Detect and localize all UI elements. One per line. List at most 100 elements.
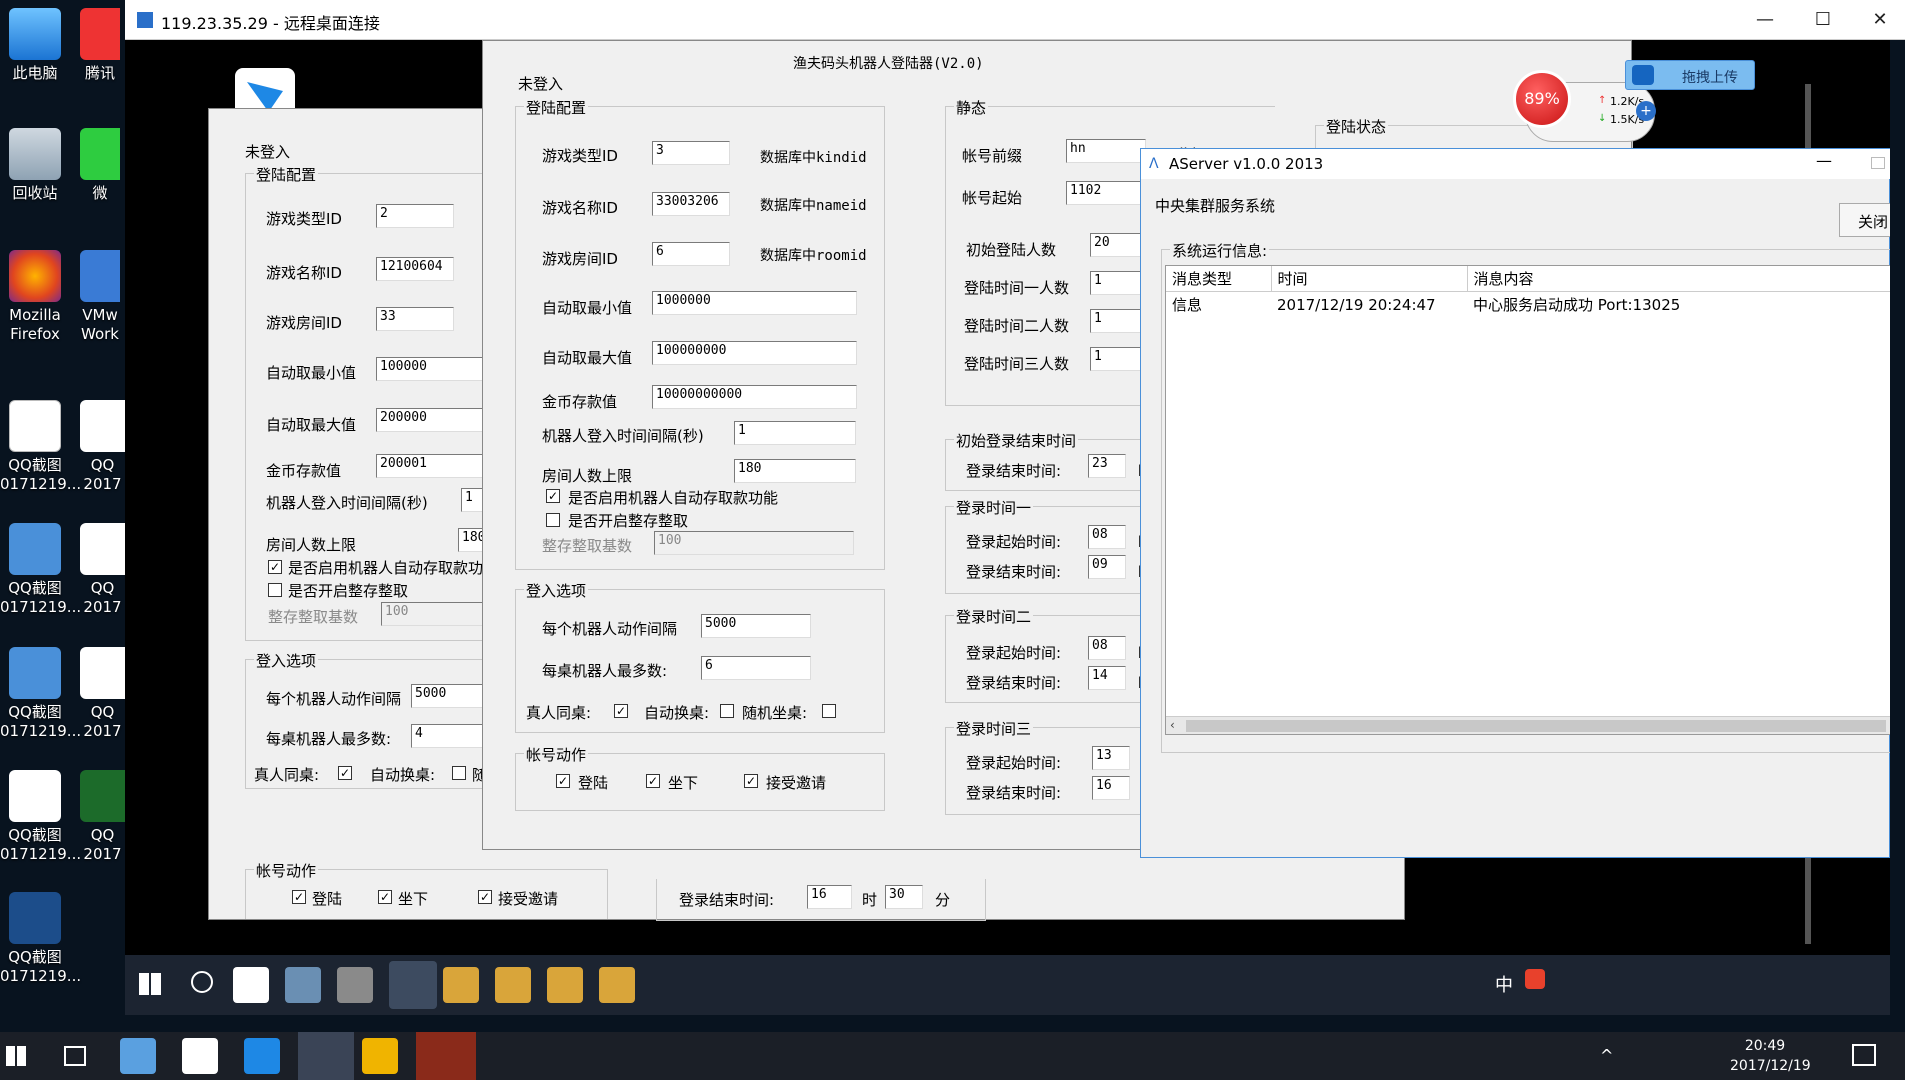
maximize-button[interactable]: ☐ xyxy=(1808,6,1838,34)
main-game-name-input[interactable]: 33003206 xyxy=(652,192,730,216)
time2-end-input[interactable]: 14 xyxy=(1088,666,1126,690)
mail-icon[interactable] xyxy=(182,1038,218,1074)
qq-screenshot-icon[interactable]: QQ截图 0171219... xyxy=(0,523,81,617)
task-view-icon[interactable] xyxy=(64,1046,86,1066)
back-end-hour-input[interactable]: 16 xyxy=(807,885,852,909)
init-end-input[interactable]: 23 xyxy=(1088,454,1126,478)
search-icon[interactable] xyxy=(191,971,213,993)
vmware-icon[interactable]: VMw Work xyxy=(80,250,120,344)
scroll-left-icon[interactable]: ‹ xyxy=(1170,718,1175,732)
back-accept-checkbox[interactable]: ✓ xyxy=(478,890,492,904)
main-auto-switch-checkbox[interactable] xyxy=(720,704,734,718)
time1-end-input[interactable]: 09 xyxy=(1088,555,1126,579)
notification-icon[interactable] xyxy=(1852,1044,1876,1066)
qq-screenshot-icon[interactable]: QQ截图 0171219... xyxy=(0,770,81,864)
main-game-room-input[interactable]: 6 xyxy=(652,242,730,266)
qq-screenshot-icon[interactable]: QQ 2017 xyxy=(80,523,125,617)
aserver-close-button[interactable]: 关闭 xyxy=(1839,203,1890,237)
column-header[interactable]: 消息内容 xyxy=(1467,266,1890,292)
taskbar-app-icon[interactable] xyxy=(233,967,269,1003)
main-gold-input[interactable]: 10000000000 xyxy=(652,385,857,409)
remote-desktop-area[interactable]: 未登入 登陆配置 游戏类型ID 2 游戏名称ID 12100604 游戏房间ID… xyxy=(125,40,1890,1015)
taskbar-aserver-icon[interactable] xyxy=(389,961,437,1009)
aserver-list-view[interactable]: 消息类型 时间 消息内容 信息 2017/12/19 20:24:47 中心服务… xyxy=(1165,265,1890,735)
this-pc-icon[interactable]: 此电脑 xyxy=(0,8,70,83)
add-icon[interactable]: + xyxy=(1636,101,1656,121)
rdp-taskbar-button[interactable] xyxy=(298,1032,354,1080)
main-auto-min-input[interactable]: 1000000 xyxy=(652,291,857,315)
rdp-title: 119.23.35.29 - 远程桌面连接 xyxy=(161,14,380,33)
tencent-icon[interactable]: 腾讯 xyxy=(80,8,120,83)
taskbar-app-icon[interactable] xyxy=(443,967,479,1003)
clock-time: 20:49 xyxy=(1744,1038,1786,1054)
qq-screenshot-icon[interactable]: QQ 2017 xyxy=(80,400,125,494)
taskbar-app-icon[interactable] xyxy=(547,967,583,1003)
recycle-bin-icon[interactable]: 回收站 xyxy=(0,128,70,203)
back-real-checkbox[interactable]: ✓ xyxy=(338,766,352,780)
back-login-checkbox[interactable]: ✓ xyxy=(292,890,306,904)
field-label: 整存整取基数 xyxy=(268,608,359,626)
main-sit-checkbox[interactable]: ✓ xyxy=(646,774,660,788)
minimize-button[interactable]: — xyxy=(1750,6,1780,34)
memory-ball[interactable]: 89% xyxy=(1513,70,1571,128)
taskbar-app-icon[interactable] xyxy=(285,967,321,1003)
qq-screenshot-icon[interactable]: QQ截图 0171219... xyxy=(0,892,81,986)
main-auto-max-input[interactable]: 100000000 xyxy=(652,341,857,365)
back-sit-checkbox[interactable]: ✓ xyxy=(378,890,392,904)
back-end-min-input[interactable]: 30 xyxy=(885,885,923,909)
wechat-icon[interactable]: 微 xyxy=(80,128,120,203)
taskbar-app-icon[interactable] xyxy=(416,1032,476,1080)
main-per-table-input[interactable]: 6 xyxy=(701,656,811,680)
table-row[interactable]: 信息 2017/12/19 20:24:47 中心服务启动成功 Port:130… xyxy=(1166,292,1890,318)
main-auto-deposit-checkbox[interactable]: ✓ xyxy=(546,489,560,503)
main-whole-deposit-checkbox[interactable] xyxy=(546,513,560,527)
store-icon[interactable] xyxy=(120,1038,156,1074)
back-game-room-input[interactable]: 33 xyxy=(376,307,454,331)
taskbar-app-icon[interactable] xyxy=(599,967,635,1003)
back-game-name-input[interactable]: 12100604 xyxy=(376,257,454,281)
column-header[interactable]: 时间 xyxy=(1271,266,1468,292)
horizontal-scrollbar[interactable]: ‹ xyxy=(1166,716,1890,734)
main-real-checkbox[interactable]: ✓ xyxy=(614,704,628,718)
main-robot-interval-input[interactable]: 1 xyxy=(734,421,856,445)
upload-drag-button[interactable]: 拖拽上传 xyxy=(1625,60,1755,90)
column-header[interactable]: 消息类型 xyxy=(1166,266,1272,292)
field-label: 自动取最大值 xyxy=(266,416,357,434)
main-game-type-input[interactable]: 3 xyxy=(652,141,730,165)
qq-screenshot-icon[interactable]: QQ 2017 xyxy=(80,770,125,864)
aserver-maximize-button[interactable] xyxy=(1871,157,1885,169)
taskbar-app-icon[interactable] xyxy=(244,1038,280,1074)
scroll-thumb[interactable] xyxy=(1186,720,1886,732)
checkbox-label: 坐下 xyxy=(668,774,699,792)
back-auto-deposit-checkbox[interactable]: ✓ xyxy=(268,560,282,574)
main-room-limit-input[interactable]: 180 xyxy=(734,459,856,483)
clock[interactable]: 20:49 2017/12/19 xyxy=(1730,1036,1811,1076)
taskbar-tools-icon[interactable] xyxy=(337,967,373,1003)
account-start-input[interactable]: 1102 xyxy=(1066,181,1146,205)
main-accept-checkbox[interactable]: ✓ xyxy=(744,774,758,788)
aserver-minimize-button[interactable]: — xyxy=(1816,151,1832,170)
qq-screenshot-icon[interactable]: QQ 2017 xyxy=(80,647,125,741)
time3-start-input[interactable]: 13 xyxy=(1092,746,1130,770)
time3-end-input[interactable]: 16 xyxy=(1092,776,1130,800)
taskbar-app-icon[interactable] xyxy=(495,967,531,1003)
time1-start-input[interactable]: 08 xyxy=(1088,525,1126,549)
back-auto-switch-checkbox[interactable] xyxy=(452,766,466,780)
close-button[interactable]: ✕ xyxy=(1865,6,1895,34)
firefox-icon[interactable]: Mozilla Firefox xyxy=(0,250,70,344)
time2-start-input[interactable]: 08 xyxy=(1088,636,1126,660)
start-icon[interactable] xyxy=(6,1046,26,1066)
qq-screenshot-icon[interactable]: QQ截图 0171219... xyxy=(0,647,81,741)
back-whole-deposit-checkbox[interactable] xyxy=(268,583,282,597)
taskbar-app-icon[interactable] xyxy=(362,1038,398,1074)
main-login-checkbox[interactable]: ✓ xyxy=(556,774,570,788)
sogou-icon[interactable] xyxy=(1525,969,1545,989)
ime-indicator[interactable]: 中 xyxy=(1495,971,1513,997)
tray-chevron-icon[interactable]: ^ xyxy=(1600,1046,1613,1065)
account-prefix-input[interactable]: hn xyxy=(1066,139,1146,163)
back-game-type-input[interactable]: 2 xyxy=(376,204,454,228)
main-random-checkbox[interactable] xyxy=(822,704,836,718)
start-icon[interactable] xyxy=(139,973,161,995)
qq-screenshot-icon[interactable]: QQ截图 0171219... xyxy=(0,400,81,494)
main-action-interval-input[interactable]: 5000 xyxy=(701,614,811,638)
